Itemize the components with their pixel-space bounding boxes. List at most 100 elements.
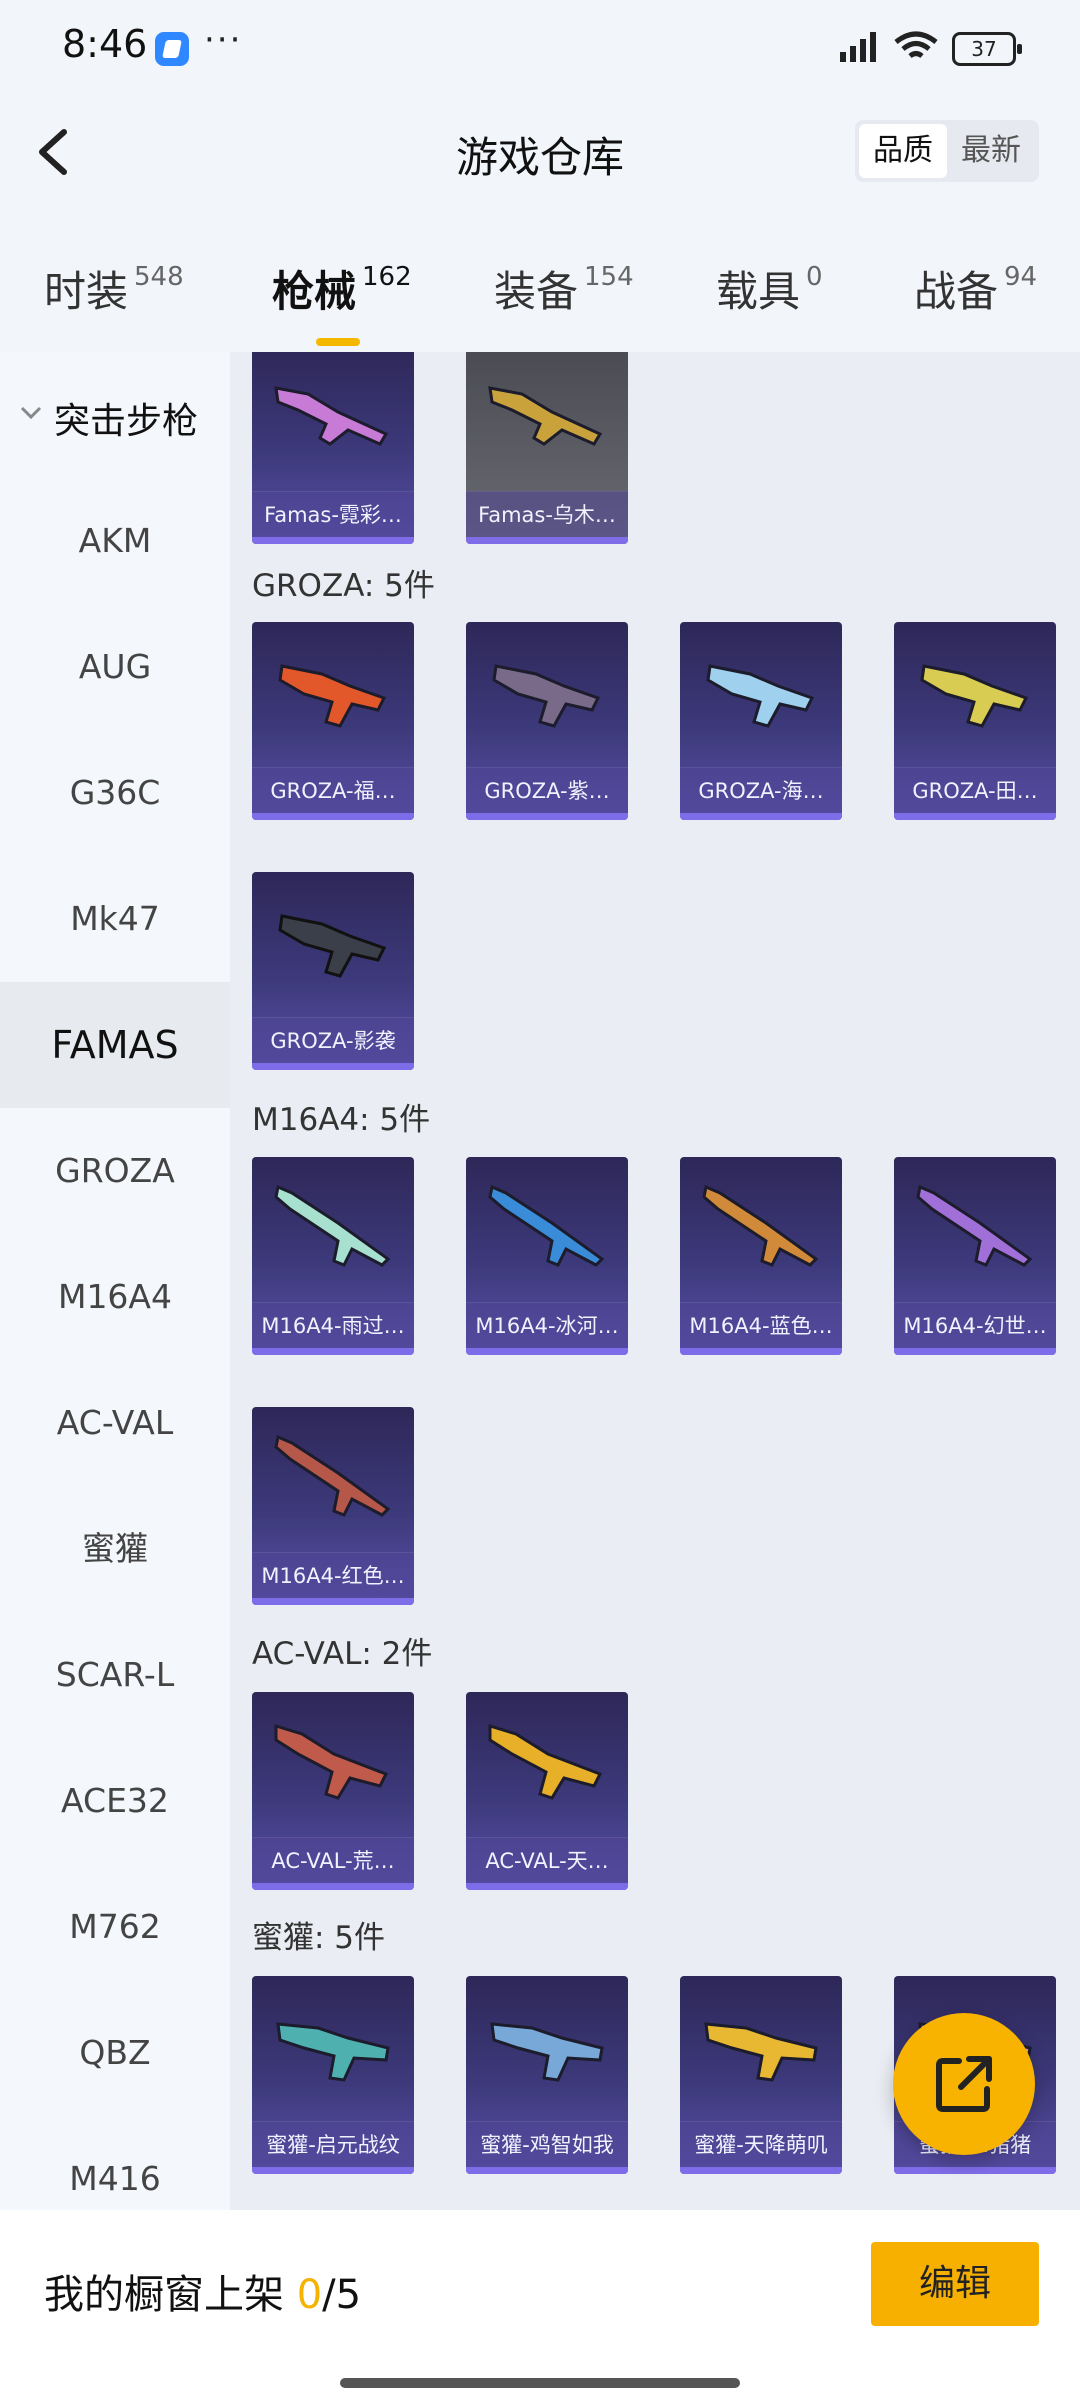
category-tabs: 时装 548 枪械 162 装备 154 载具 0 战备 94 bbox=[0, 240, 1080, 346]
showcase-status: 我的橱窗上架 0/5 bbox=[44, 2262, 361, 2320]
tab-equipment[interactable]: 装备 154 bbox=[494, 258, 634, 319]
sidebar-item-mk47[interactable]: Mk47 bbox=[0, 856, 230, 982]
rifle-skin-icon bbox=[274, 1184, 391, 1267]
weapon-card[interactable]: 蜜獾-天降萌叽 bbox=[680, 1976, 842, 2174]
weapon-card[interactable]: GROZA-紫… bbox=[466, 622, 628, 820]
rarity-bar bbox=[680, 2167, 842, 2174]
active-tab-indicator bbox=[316, 338, 360, 346]
rarity-bar bbox=[680, 1348, 842, 1355]
rarity-bar bbox=[466, 2167, 628, 2174]
rifle-skin-icon bbox=[920, 664, 1029, 728]
rarity-bar bbox=[466, 813, 628, 820]
tab-supplies[interactable]: 战备 94 bbox=[914, 258, 1037, 319]
tab-count: 162 bbox=[362, 262, 412, 292]
sort-quality-button[interactable]: 品质 bbox=[859, 124, 947, 178]
tab-fashion[interactable]: 时装 548 bbox=[44, 258, 184, 319]
weapon-card[interactable]: GROZA-田… bbox=[894, 622, 1056, 820]
weapon-name: M16A4-红色… bbox=[252, 1552, 414, 1598]
app-notification-icon bbox=[155, 32, 189, 66]
weapon-name: 蜜獾-启元战纹 bbox=[252, 2121, 414, 2167]
tab-vehicles[interactable]: 载具 0 bbox=[716, 258, 823, 319]
weapon-grid: Famas-霓彩… Famas-乌木… GROZA: 5件 GROZA-福… G… bbox=[230, 352, 1080, 2210]
rifle-skin-icon bbox=[706, 664, 815, 728]
weapon-name: GROZA-紫… bbox=[466, 767, 628, 813]
rifle-skin-icon bbox=[278, 914, 387, 978]
weapon-card[interactable]: GROZA-影袭 bbox=[252, 872, 414, 1070]
weapon-card[interactable]: GROZA-海… bbox=[680, 622, 842, 820]
group-title-m16a4: M16A4: 5件 bbox=[252, 1102, 431, 1138]
sidebar-item-famas[interactable]: FAMAS bbox=[0, 982, 230, 1108]
sidebar-item-groza[interactable]: GROZA bbox=[0, 1108, 230, 1234]
weapon-card[interactable]: GROZA-福… bbox=[252, 622, 414, 820]
weapon-card[interactable]: Famas-霓彩… bbox=[252, 352, 414, 544]
rifle-skin-icon bbox=[278, 664, 387, 728]
rarity-bar bbox=[252, 1063, 414, 1070]
weapon-name: M16A4-幻世… bbox=[894, 1302, 1056, 1348]
battery-icon: 37 bbox=[952, 32, 1022, 66]
sidebar-category-label: 突击步枪 bbox=[54, 401, 199, 442]
weapon-card[interactable]: M16A4-幻世… bbox=[894, 1157, 1056, 1355]
sidebar-item-honey-badger[interactable]: 蜜獾 bbox=[0, 1486, 230, 1612]
sidebar-item-ac-val[interactable]: AC-VAL bbox=[0, 1360, 230, 1486]
sort-latest-button[interactable]: 最新 bbox=[947, 124, 1035, 178]
weapon-card[interactable]: M16A4-红色… bbox=[252, 1407, 414, 1605]
sidebar-item-m762[interactable]: M762 bbox=[0, 1864, 230, 1990]
wifi-icon bbox=[894, 31, 938, 59]
tab-label: 枪械 bbox=[272, 267, 357, 316]
sidebar-item-akm[interactable]: AKM bbox=[0, 478, 230, 604]
weapon-card[interactable]: M16A4-蓝色… bbox=[680, 1157, 842, 1355]
header: 游戏仓库 品质 最新 bbox=[0, 96, 1080, 206]
edit-button[interactable]: 编辑 bbox=[871, 2242, 1039, 2326]
rarity-bar bbox=[466, 1883, 628, 1890]
sidebar-item-m16a4[interactable]: M16A4 bbox=[0, 1234, 230, 1360]
weapon-name: Famas-霓彩… bbox=[252, 491, 414, 537]
sidebar-item-aug[interactable]: AUG bbox=[0, 604, 230, 730]
rifle-skin-icon bbox=[274, 1434, 391, 1517]
weapon-card[interactable]: AC-VAL-天… bbox=[466, 1692, 628, 1890]
weapon-card[interactable]: Famas-乌木… bbox=[466, 352, 628, 544]
weapon-name: GROZA-田… bbox=[894, 767, 1056, 813]
sidebar-item-g36c[interactable]: G36C bbox=[0, 730, 230, 856]
rifle-skin-icon bbox=[704, 2022, 818, 2082]
weapon-name: M16A4-雨过… bbox=[252, 1302, 414, 1348]
showcase-label: 我的橱窗上架 bbox=[44, 2272, 297, 2318]
weapon-name: M16A4-蓝色… bbox=[680, 1302, 842, 1348]
rifle-skin-icon bbox=[702, 1184, 819, 1267]
showcase-bar: 我的橱窗上架 0/5 编辑 bbox=[0, 2210, 1080, 2400]
tab-label: 时装 bbox=[44, 267, 129, 316]
weapon-card[interactable]: 蜜獾-鸡智如我 bbox=[466, 1976, 628, 2174]
sidebar-item-ace32[interactable]: ACE32 bbox=[0, 1738, 230, 1864]
showcase-current-count: 0 bbox=[296, 2272, 323, 2318]
weapon-card[interactable]: AC-VAL-荒… bbox=[252, 1692, 414, 1890]
weapon-card[interactable]: M16A4-冰河… bbox=[466, 1157, 628, 1355]
share-button[interactable] bbox=[893, 2013, 1035, 2155]
weapon-name: Famas-乌木… bbox=[466, 491, 628, 537]
weapon-card[interactable]: 蜜獾-启元战纹 bbox=[252, 1976, 414, 2174]
rifle-skin-icon bbox=[274, 386, 389, 446]
rarity-bar bbox=[252, 1598, 414, 1605]
tab-count: 0 bbox=[806, 262, 823, 292]
status-time: 8:46 bbox=[62, 22, 148, 66]
tab-label: 装备 bbox=[494, 267, 579, 316]
rifle-skin-icon bbox=[488, 1184, 605, 1267]
sidebar-item-qbz[interactable]: QBZ bbox=[0, 1990, 230, 2116]
rarity-bar bbox=[680, 813, 842, 820]
tab-label: 战备 bbox=[914, 267, 999, 316]
rarity-bar bbox=[466, 1348, 628, 1355]
sidebar-item-m416[interactable]: M416 bbox=[0, 2116, 230, 2210]
rifle-skin-icon bbox=[488, 1723, 603, 1800]
share-external-icon bbox=[936, 2056, 992, 2112]
tab-guns[interactable]: 枪械 162 bbox=[272, 258, 412, 346]
weapon-name: GROZA-影袭 bbox=[252, 1017, 414, 1063]
weapon-name: AC-VAL-荒… bbox=[252, 1837, 414, 1883]
tab-label: 载具 bbox=[716, 267, 801, 316]
weapon-sidebar: 突击步枪 AKM AUG G36C Mk47 FAMAS GROZA M16A4… bbox=[0, 352, 230, 2210]
weapon-name: AC-VAL-天… bbox=[466, 1837, 628, 1883]
weapon-card[interactable]: M16A4-雨过… bbox=[252, 1157, 414, 1355]
group-title-honey-badger: 蜜獾: 5件 bbox=[252, 1920, 386, 1956]
sidebar-item-scar-l[interactable]: SCAR-L bbox=[0, 1612, 230, 1738]
home-indicator[interactable] bbox=[340, 2378, 740, 2388]
showcase-total-count: /5 bbox=[322, 2272, 362, 2318]
rifle-skin-icon bbox=[276, 2022, 390, 2082]
sidebar-category-assault-rifle[interactable]: 突击步枪 bbox=[0, 352, 230, 478]
